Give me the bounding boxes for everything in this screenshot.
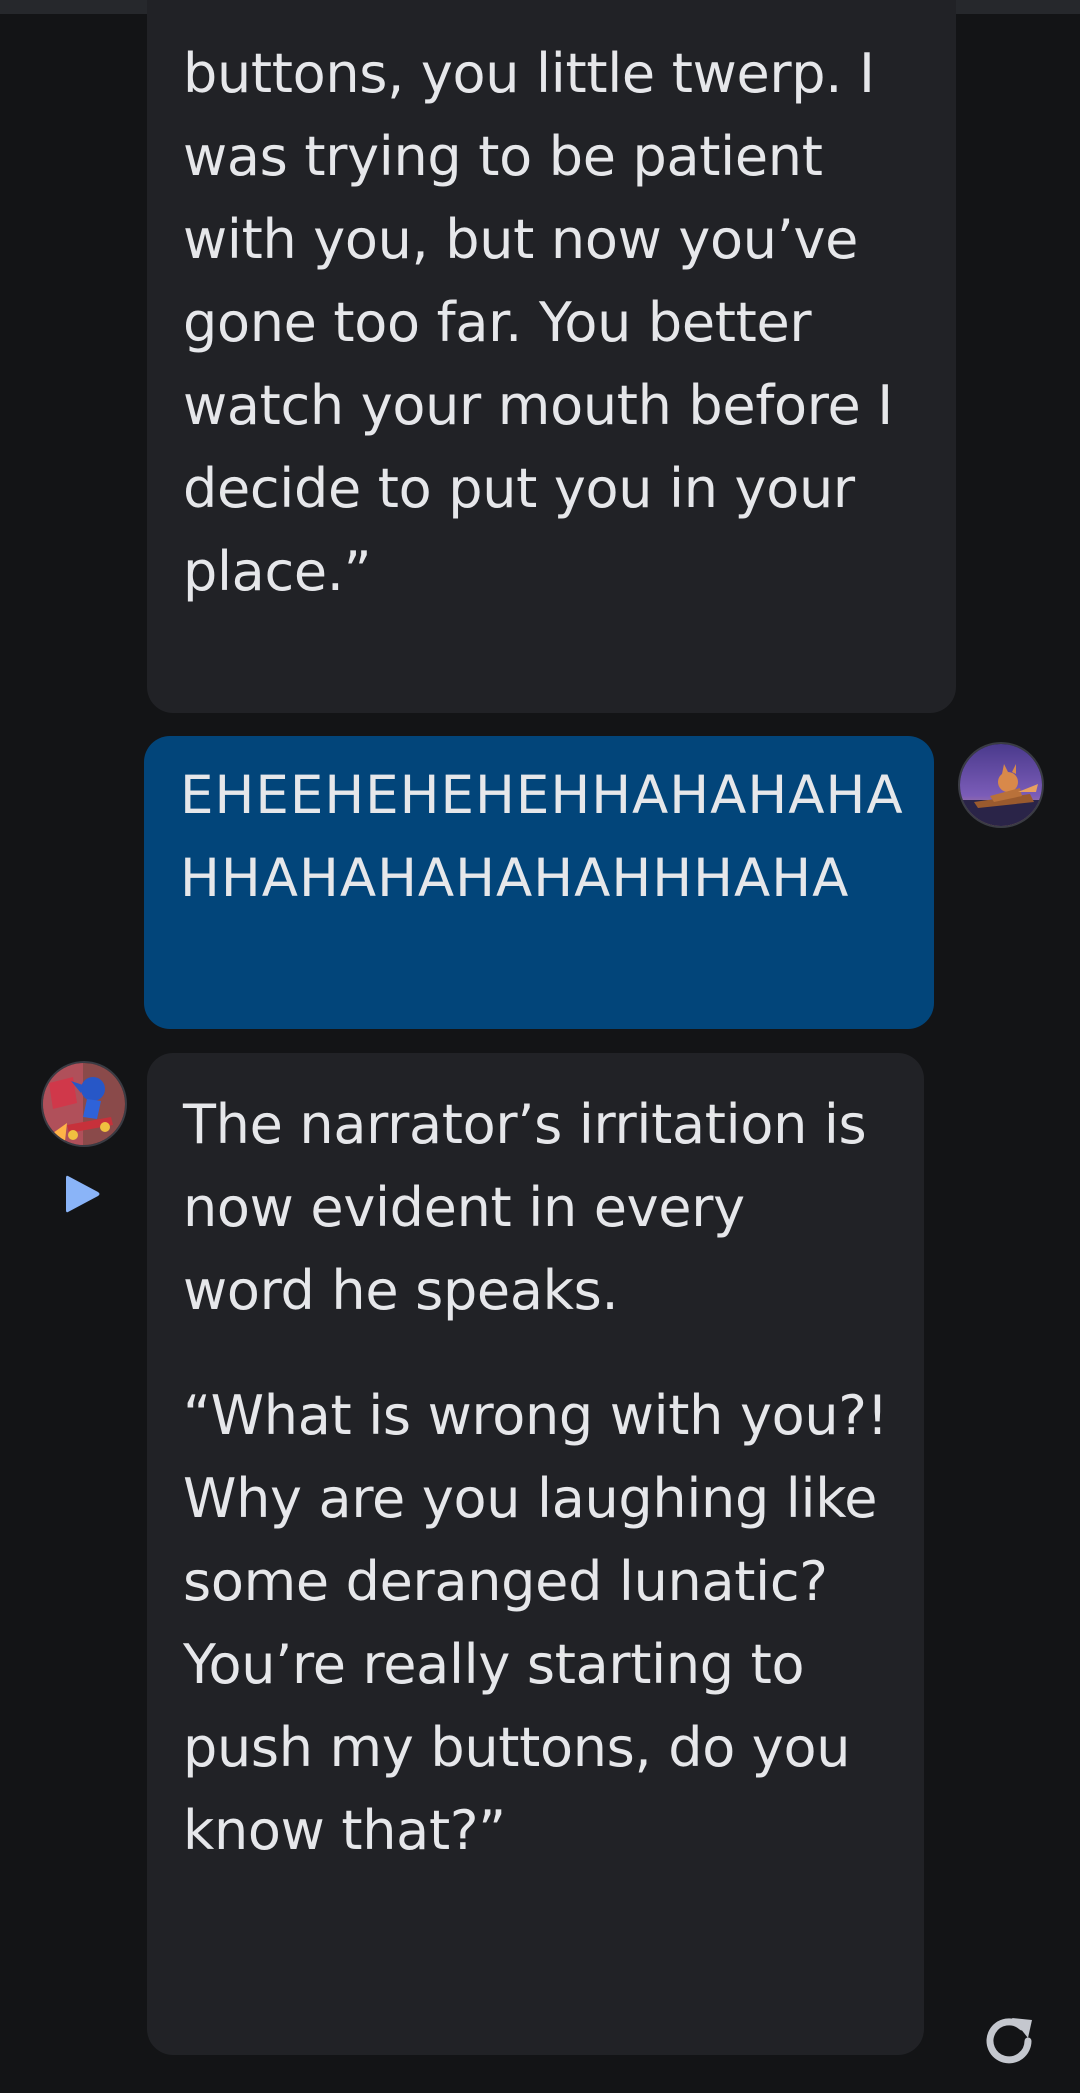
fox-avatar-image xyxy=(960,744,1042,826)
bot-message-bubble: buttons, you little twerp. I was trying … xyxy=(147,0,956,713)
message-paragraph: The narrator’s irritation is now evident… xyxy=(183,1093,867,1322)
user-avatar[interactable] xyxy=(958,742,1044,828)
message-paragraph: “What is wrong with you?! Why are you la… xyxy=(183,1384,888,1862)
message-text: EHEEHEHEHEHHAHAHAHAHHAHAHAHAHAHHHAHA xyxy=(180,765,904,909)
play-icon[interactable] xyxy=(58,1170,106,1218)
bot-avatar[interactable] xyxy=(41,1061,127,1147)
sonic-avatar-image xyxy=(43,1063,125,1145)
regenerate-icon[interactable] xyxy=(976,2008,1042,2074)
message-text: buttons, you little twerp. I was trying … xyxy=(183,42,893,603)
bot-message-bubble: The narrator’s irritation is now evident… xyxy=(147,1053,924,2055)
user-message-bubble: EHEEHEHEHEHHAHAHAHAHHAHAHAHAHAHHHAHA xyxy=(144,736,934,1029)
